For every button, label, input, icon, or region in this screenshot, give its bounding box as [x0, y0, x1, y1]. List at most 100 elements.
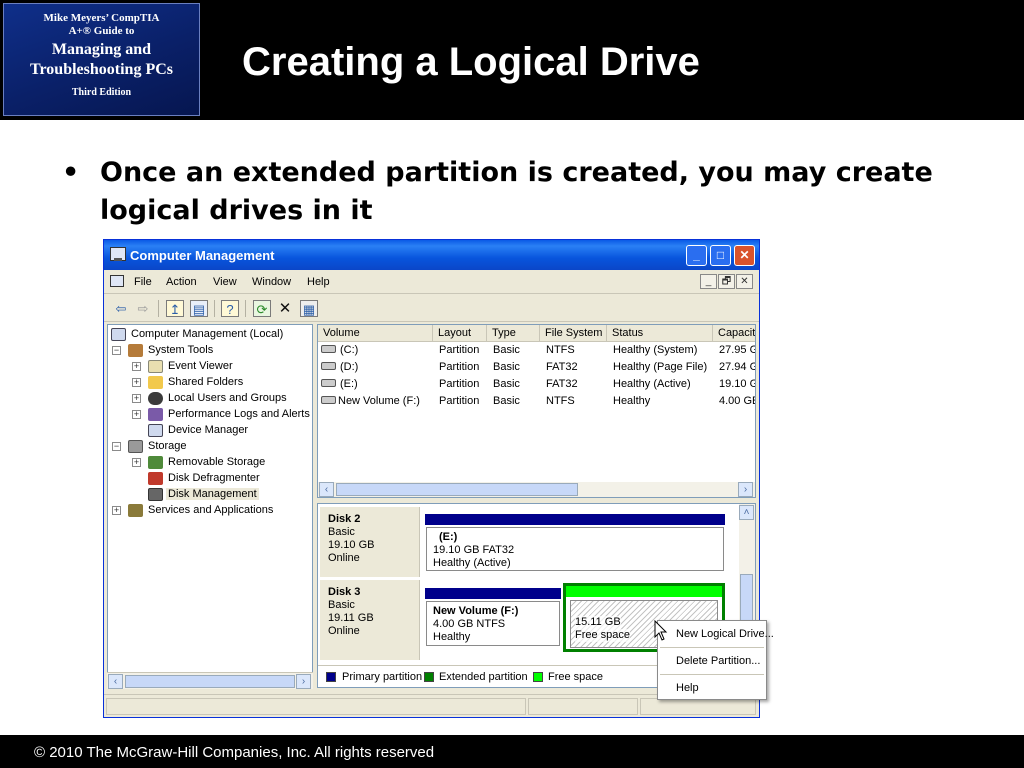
drive-icon	[321, 379, 336, 387]
book-line-3: Managing and	[51, 41, 152, 58]
book-line-2: A+® Guide to	[68, 25, 135, 37]
status-segment	[640, 698, 756, 715]
disk-3-status: Online	[328, 625, 360, 637]
free-space-bar	[566, 586, 722, 597]
column-header-type[interactable]: Type	[487, 325, 540, 342]
tree-label: Services and Applications	[148, 504, 274, 516]
disk-2-status: Online	[328, 552, 360, 564]
properties-icon[interactable]: ?	[221, 300, 239, 317]
legend-swatch-free	[533, 672, 543, 682]
scroll-up-icon[interactable]: ˄	[739, 505, 754, 520]
menu-action[interactable]: Action	[166, 276, 197, 288]
mdi-minimize-button[interactable]: _	[700, 274, 717, 289]
folder-icon	[148, 376, 163, 389]
table-row-volume[interactable]: (D:)	[340, 359, 358, 376]
status-segment	[106, 698, 526, 715]
table-cell: 19.10 G	[719, 378, 756, 390]
users-icon	[148, 392, 163, 405]
collapse-icon[interactable]: −	[112, 346, 121, 355]
primary-partition-bar	[425, 588, 561, 599]
table-cell: Basic	[493, 378, 520, 390]
menu-help[interactable]: Help	[307, 276, 330, 288]
window-title: Computer Management	[130, 248, 275, 263]
menu-file[interactable]: File	[134, 276, 152, 288]
console-tree: Computer Management (Local) − System Too…	[107, 324, 313, 688]
column-header-file-system[interactable]: File System	[540, 325, 607, 342]
defragmenter-icon	[148, 472, 163, 485]
disk-3-size: 19.11 GB	[328, 612, 374, 624]
scroll-right-icon[interactable]: ›	[296, 674, 311, 689]
menu-item-help[interactable]: Help	[658, 678, 768, 698]
mdi-controls: _ 🗗 ✕	[700, 274, 754, 289]
tree-label: Shared Folders	[168, 376, 244, 388]
close-button[interactable]: ✕	[734, 245, 755, 266]
collapse-icon[interactable]: −	[112, 442, 121, 451]
disk-properties-icon[interactable]: ▦	[300, 300, 318, 317]
tools-icon	[128, 344, 143, 357]
scroll-thumb[interactable]	[125, 675, 295, 688]
disk-2-type: Basic	[328, 526, 355, 538]
column-header-capacity[interactable]: Capacit	[713, 325, 755, 342]
scroll-thumb[interactable]	[336, 483, 578, 496]
tree-horizontal-scrollbar[interactable]: ‹ ›	[107, 672, 313, 689]
toolbar: ⇦ ⇨ ↥ ▤ ? ⟳ ✕ ▦	[104, 295, 759, 322]
disk-3-type: Basic	[328, 599, 355, 611]
mdi-restore-button[interactable]: 🗗	[718, 274, 735, 289]
device-manager-icon	[148, 424, 163, 437]
scroll-left-icon[interactable]: ‹	[108, 674, 123, 689]
scroll-left-icon[interactable]: ‹	[319, 482, 334, 497]
menu-window[interactable]: Window	[252, 276, 291, 288]
menu-view[interactable]: View	[213, 276, 237, 288]
expand-icon[interactable]: +	[132, 362, 141, 371]
table-cell: Partition	[439, 395, 480, 407]
expand-icon[interactable]: +	[132, 394, 141, 403]
scroll-right-icon[interactable]: ›	[738, 482, 753, 497]
legend-swatch-extended	[424, 672, 434, 682]
expand-icon[interactable]: +	[132, 458, 141, 467]
menu-separator	[660, 647, 764, 648]
disk-3-name: Disk 3	[328, 586, 361, 598]
up-folder-icon[interactable]: ↥	[166, 300, 184, 317]
disk-3-info[interactable]: Disk 3 Basic 19.11 GB Online	[320, 580, 420, 660]
menu-item-new-logical-drive[interactable]: New Logical Drive...	[658, 624, 774, 644]
table-row-volume[interactable]: (C:)	[340, 342, 358, 359]
table-cell: FAT32	[546, 378, 578, 390]
volume-e-size: 19.10 GB FAT32	[433, 544, 515, 556]
slide-header: Mike Meyers’ CompTIA A+® Guide to Managi…	[0, 0, 1024, 120]
column-header-layout[interactable]: Layout	[433, 325, 487, 342]
column-header-volume[interactable]: Volume	[318, 325, 433, 342]
volume-f-block[interactable]: New Volume (F:) 4.00 GB NTFS Healthy	[426, 601, 560, 646]
disk-2-info[interactable]: Disk 2 Basic 19.10 GB Online	[320, 507, 420, 577]
copyright-text: © 2010 The McGraw-Hill Companies, Inc. A…	[34, 744, 435, 761]
tree-label: Computer Management (Local)	[131, 328, 284, 340]
menu-item-delete-partition[interactable]: Delete Partition...	[658, 651, 768, 671]
column-header-status[interactable]: Status	[607, 325, 713, 342]
table-row-volume[interactable]: (E:)	[340, 376, 358, 393]
volume-e-block[interactable]: (E:) 19.10 GB FAT32 Healthy (Active)	[426, 527, 724, 571]
console-icon[interactable]	[110, 275, 124, 287]
removable-storage-icon	[148, 456, 163, 469]
delete-icon[interactable]: ✕	[276, 300, 294, 317]
table-row-volume[interactable]: New Volume (F:)	[338, 393, 420, 410]
volume-f-size: 4.00 GB NTFS	[433, 618, 506, 630]
table-cell: 27.94 G	[719, 361, 756, 373]
table-cell: FAT32	[546, 361, 578, 373]
minimize-button[interactable]: _	[686, 245, 707, 266]
forward-arrow-icon[interactable]: ⇨	[134, 300, 152, 317]
mdi-close-button[interactable]: ✕	[736, 274, 753, 289]
expand-icon[interactable]: +	[132, 378, 141, 387]
expand-icon[interactable]: +	[112, 506, 121, 515]
volume-list-horizontal-scrollbar[interactable]: ‹ ›	[318, 482, 755, 497]
toolbar-separator	[214, 300, 215, 317]
expand-icon[interactable]: +	[132, 410, 141, 419]
table-cell: Basic	[493, 395, 520, 407]
book-line-4: Troubleshooting PCs	[30, 61, 173, 78]
maximize-button[interactable]: □	[710, 245, 731, 266]
title-bar[interactable]: Computer Management _ □ ✕	[104, 240, 759, 270]
book-edition: Third Edition	[71, 87, 132, 98]
show-hide-tree-icon[interactable]: ▤	[190, 300, 208, 317]
tree-label: Performance Logs and Alerts	[168, 408, 310, 420]
table-cell: Healthy (Active)	[613, 378, 691, 390]
back-arrow-icon[interactable]: ⇦	[112, 300, 130, 317]
refresh-icon[interactable]: ⟳	[253, 300, 271, 317]
